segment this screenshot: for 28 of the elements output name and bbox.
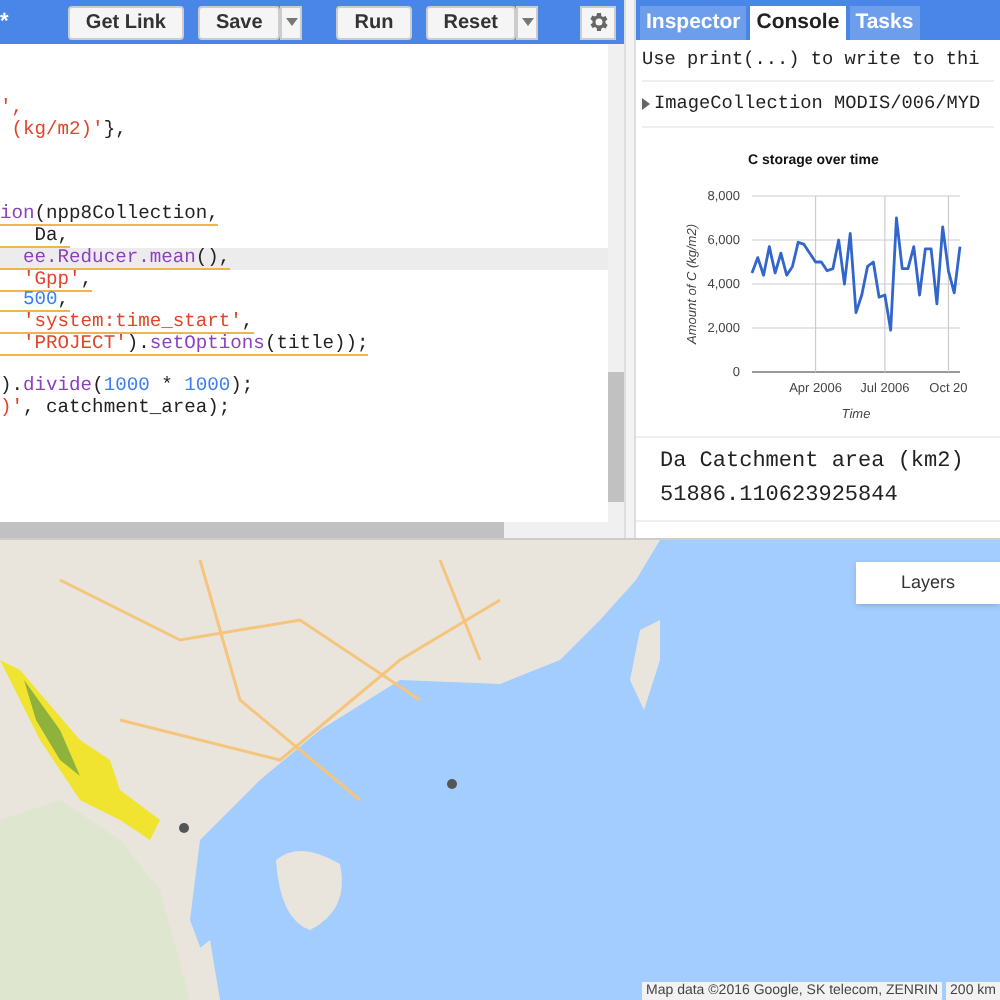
code-line: ion(npp8Collection, bbox=[0, 204, 221, 227]
expand-triangle-icon[interactable] bbox=[642, 98, 650, 111]
settings-icon[interactable] bbox=[580, 5, 616, 39]
output-value: 51886.110623925844 bbox=[660, 481, 900, 512]
layers-button[interactable]: Layers bbox=[856, 562, 1000, 604]
code-line: 'system:time_start', bbox=[0, 311, 608, 334]
toolbar-button[interactable]: Get Link bbox=[67, 5, 184, 39]
code-line: (kg/m2)'}, bbox=[9, 119, 129, 141]
collection-output: ImageCollection MODIS/006/MYD bbox=[654, 90, 981, 119]
dropdown-caret-icon[interactable] bbox=[516, 5, 538, 39]
output-label: Da Catchment area (km2) bbox=[660, 448, 966, 479]
code-line: 'Gpp', bbox=[0, 269, 608, 291]
toolbar-button[interactable]: Reset bbox=[425, 5, 516, 39]
horizontal-scrollbar[interactable] bbox=[0, 522, 624, 538]
dropdown-caret-icon[interactable] bbox=[280, 5, 303, 39]
splitter-handle[interactable] bbox=[624, 0, 636, 538]
code-line: ', bbox=[0, 98, 26, 120]
vertical-scrollbar[interactable] bbox=[608, 44, 624, 522]
code-line: ).divide(1000 * 1000); bbox=[0, 375, 256, 398]
code-editor[interactable]: ', (kg/m2)'}, ion(npp8Collection, Da, ee.Reducer.mean(), 'Gpp', 500, 'system:time_start', 'PROJECT').setOptions(title)); ).divide(1000 * 1000); )', catchment_area); bbox=[0, 44, 608, 522]
toolbar-button[interactable]: Save bbox=[197, 5, 281, 39]
code-line: )', catchment_area); bbox=[0, 397, 233, 419]
panel-tab[interactable]: Console bbox=[750, 6, 846, 40]
console-hint: Use print(...) to write to thi bbox=[642, 48, 980, 70]
unsaved-marker: * bbox=[0, 7, 9, 38]
code-line: 500, bbox=[0, 290, 608, 312]
code-line: 'PROJECT').setOptions(title)); bbox=[0, 333, 608, 355]
toolbar-button[interactable]: Run bbox=[336, 5, 412, 39]
